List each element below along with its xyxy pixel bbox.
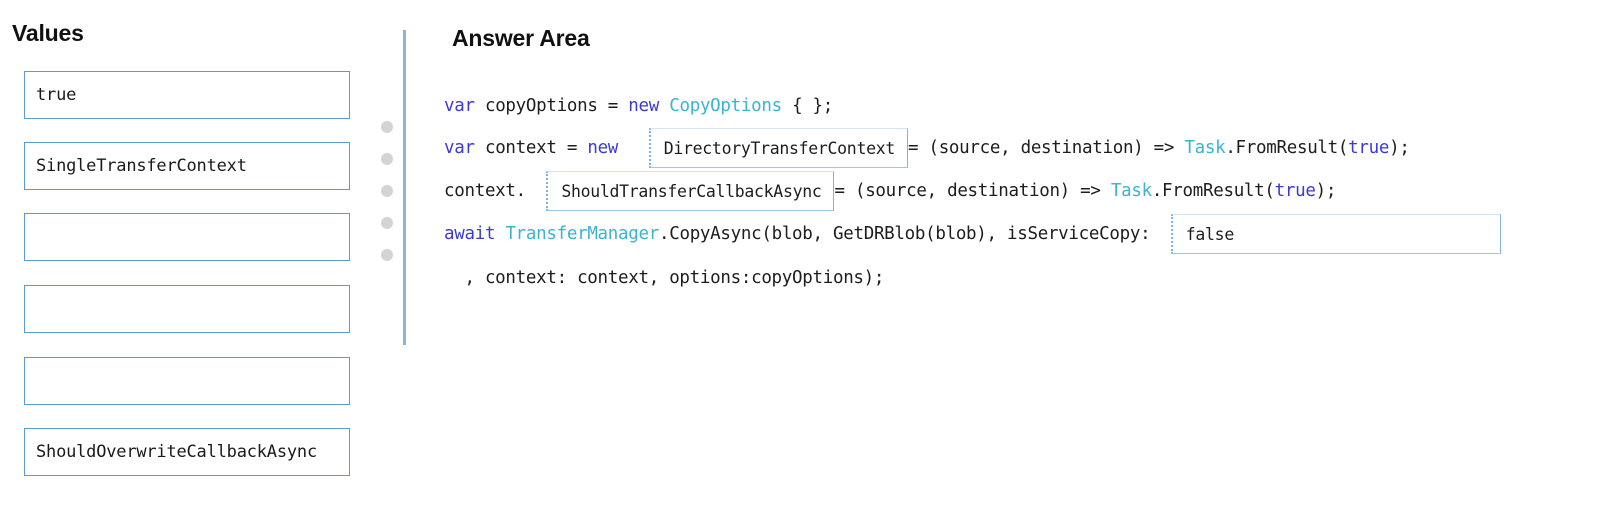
value-item-5[interactable]: ShouldOverwriteCallbackAsync	[24, 428, 350, 476]
code-token: TransferManager	[505, 224, 659, 244]
drag-dot-icon	[381, 153, 393, 165]
code-token: var	[444, 138, 475, 158]
code-token: var	[444, 96, 475, 116]
code-token: true	[1274, 181, 1316, 201]
code-token: = (source, destination) =>	[907, 138, 1185, 158]
value-item-2[interactable]	[24, 213, 350, 261]
code-line-2: var context = new DirectoryTransferConte…	[444, 128, 1410, 168]
code-token: await	[444, 224, 496, 244]
code-token: .CopyAsync(blob, GetDRBlob(blob), isServ…	[658, 224, 1171, 244]
drag-dot-icon	[381, 217, 393, 229]
value-item-0[interactable]: true	[24, 71, 350, 119]
code-token: Task	[1110, 181, 1152, 201]
code-token: copyOptions =	[474, 96, 629, 116]
answer-dropdown-slot[interactable]: DirectoryTransferContext	[648, 128, 908, 168]
value-item-label: ShouldOverwriteCallbackAsync	[36, 442, 317, 462]
drag-dot-icon	[381, 185, 393, 197]
code-line-5: , context: context, options:copyOptions)…	[444, 262, 884, 294]
answer-area-title: Answer Area	[452, 25, 590, 51]
code-line-3: context. ShouldTransferCallbackAsync = (s…	[444, 171, 1337, 211]
code-token: = (source, destination) =>	[834, 181, 1111, 201]
value-item-1[interactable]: SingleTransferContext	[24, 142, 350, 190]
code-token: .FromResult(	[1225, 138, 1349, 158]
drag-dot-icon	[381, 121, 393, 133]
answer-dropdown-slot[interactable]: ShouldTransferCallbackAsync	[546, 171, 835, 211]
code-token: new	[628, 96, 659, 116]
drag-dot-icon	[381, 249, 393, 261]
value-item-label: SingleTransferContext	[36, 156, 247, 176]
code-token: { };	[781, 96, 834, 116]
values-panel: Values true SingleTransferContext Should…	[0, 0, 372, 518]
code-line-1: var copyOptions = new CopyOptions { };	[444, 90, 833, 122]
code-token: new	[587, 138, 619, 158]
code-token: CopyOptions	[669, 96, 782, 116]
code-token: , context: context, options:copyOptions)…	[444, 268, 885, 288]
code-token: );	[1315, 181, 1337, 201]
answer-dropdown-slot[interactable]: false	[1170, 214, 1501, 254]
value-item-4[interactable]	[24, 357, 350, 405]
code-token: .FromResult(	[1151, 181, 1275, 201]
value-item-label: true	[36, 85, 77, 105]
code-token: context.	[444, 181, 547, 201]
panel-divider	[403, 30, 406, 345]
code-token: context =	[474, 138, 588, 158]
values-panel-title: Values	[12, 20, 84, 46]
value-item-3[interactable]	[24, 285, 350, 333]
code-token: true	[1348, 138, 1390, 158]
code-line-4: await TransferManager .CopyAsync(blob, Ge…	[444, 214, 1501, 254]
code-token: );	[1389, 138, 1410, 158]
answer-area-panel: Answer Area var copyOptions = new CopyOp…	[420, 0, 1607, 518]
code-token: Task	[1184, 138, 1226, 158]
